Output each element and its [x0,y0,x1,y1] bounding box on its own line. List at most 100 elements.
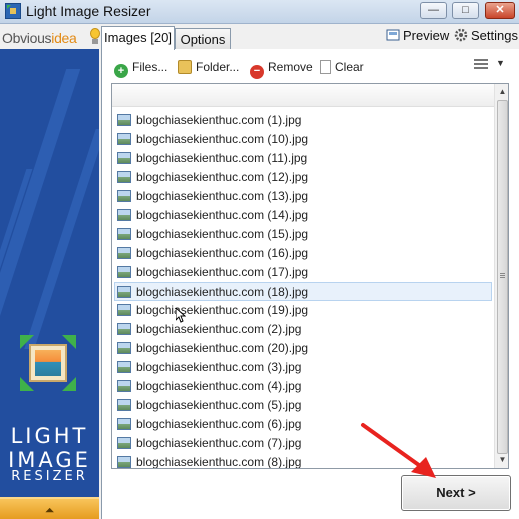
file-list-item[interactable]: blogchiasekienthuc.com (7).jpg [112,434,494,453]
remove-icon: − [250,65,264,79]
image-file-icon [117,380,131,392]
minimize-button[interactable]: — [420,2,447,19]
toolbar: + Files... Folder... − Remove Clear ▼ [102,49,519,81]
vertical-scrollbar[interactable]: ▲ ▼ [494,84,508,468]
file-list-item[interactable]: blogchiasekienthuc.com (15).jpg [112,225,494,244]
add-icon: + [114,64,128,78]
file-rows: blogchiasekienthuc.com (1).jpg blogchiase… [112,111,494,468]
settings-button[interactable]: Settings [454,27,518,45]
images-panel: + Files... Folder... − Remove Clear ▼ blog… [101,49,519,519]
add-folder-button[interactable]: Folder... [178,58,239,76]
view-mode-button[interactable]: ▼ [474,58,505,74]
file-name: blogchiasekienthuc.com (4).jpg [136,379,302,393]
file-list-item[interactable]: blogchiasekienthuc.com (18).jpg [114,282,492,301]
preview-label: Preview [403,28,450,43]
file-name: blogchiasekienthuc.com (10).jpg [136,132,309,146]
brand-text-resizer: RESIZER [11,469,88,484]
close-button[interactable]: ✕ [485,2,515,19]
file-name: blogchiasekienthuc.com (16).jpg [136,246,309,260]
image-file-icon [117,152,131,164]
file-list-item[interactable]: blogchiasekienthuc.com (11).jpg [112,149,494,168]
file-list-item[interactable]: blogchiasekienthuc.com (1).jpg [112,111,494,130]
brand-sidebar: LIGHT IMAGE RESIZER ⏶ [0,49,99,519]
folder-label: Folder... [196,60,240,74]
gear-icon [454,28,468,42]
light-image-resizer-logo-icon [20,335,76,391]
tab-images[interactable]: Images [20] [101,26,175,50]
image-file-icon [117,399,131,411]
image-file-icon [117,456,131,468]
file-list-item[interactable]: blogchiasekienthuc.com (12).jpg [112,168,494,187]
scroll-down-arrow-icon[interactable]: ▼ [497,454,508,466]
files-label: Files... [132,60,168,74]
file-list-item[interactable]: blogchiasekienthuc.com (20).jpg [112,339,494,358]
clear-label: Clear [335,60,364,74]
file-list-item[interactable]: blogchiasekienthuc.com (10).jpg [112,130,494,149]
image-file-icon [117,133,131,145]
image-file-icon [117,418,131,430]
file-name: blogchiasekienthuc.com (1).jpg [136,113,302,127]
image-file-icon [117,437,131,449]
image-file-icon [117,114,131,126]
settings-label: Settings [471,28,518,43]
file-name: blogchiasekienthuc.com (5).jpg [136,398,302,412]
list-view-icon [474,59,488,71]
obviousidea-logo[interactable]: Obviousidea [2,27,77,49]
file-name: blogchiasekienthuc.com (11).jpg [136,151,308,165]
file-list-item[interactable]: blogchiasekienthuc.com (8).jpg [112,453,494,468]
file-list-item[interactable]: blogchiasekienthuc.com (14).jpg [112,206,494,225]
maximize-button[interactable]: □ [452,2,479,19]
remove-label: Remove [268,60,313,74]
file-name: blogchiasekienthuc.com (12).jpg [136,170,309,184]
file-name: blogchiasekienthuc.com (6).jpg [136,417,302,431]
file-list-item[interactable]: blogchiasekienthuc.com (19).jpg [112,301,494,320]
file-name: blogchiasekienthuc.com (19).jpg [136,303,309,317]
logo-text-part2: idea [51,30,77,46]
file-name: blogchiasekienthuc.com (15).jpg [136,227,309,241]
tab-options[interactable]: Options [175,28,231,49]
file-list-item[interactable]: blogchiasekienthuc.com (3).jpg [112,358,494,377]
file-list[interactable]: blogchiasekienthuc.com (1).jpg blogchiase… [111,83,509,469]
file-list-item[interactable]: blogchiasekienthuc.com (17).jpg [112,263,494,282]
mouse-cursor-icon [176,308,186,323]
brand-text-light: LIGHT [10,424,89,448]
collapse-button[interactable]: ⏶ [0,497,99,519]
image-file-icon [117,209,131,221]
file-name: blogchiasekienthuc.com (2).jpg [136,322,302,336]
image-file-icon [117,228,131,240]
file-list-item[interactable]: blogchiasekienthuc.com (13).jpg [112,187,494,206]
file-name: blogchiasekienthuc.com (14).jpg [136,208,309,222]
remove-button[interactable]: − Remove [250,58,313,79]
list-header [112,84,494,107]
clear-button[interactable]: Clear [320,58,364,76]
file-name: blogchiasekienthuc.com (7).jpg [136,436,302,450]
next-button[interactable]: Next > [401,475,511,511]
scroll-up-arrow-icon[interactable]: ▲ [497,86,508,98]
image-file-icon [117,342,131,354]
file-name: blogchiasekienthuc.com (3).jpg [136,360,302,374]
window-title: Light Image Resizer [26,3,151,19]
file-name: blogchiasekienthuc.com (20).jpg [136,341,309,355]
file-list-item[interactable]: blogchiasekienthuc.com (5).jpg [112,396,494,415]
preview-button[interactable]: Preview [386,27,449,45]
image-file-icon [117,247,131,259]
image-file-icon [117,171,131,183]
file-name: blogchiasekienthuc.com (13).jpg [136,189,309,203]
scrollbar-thumb[interactable] [497,100,508,454]
image-file-icon [117,286,131,298]
folder-icon [178,60,192,74]
add-files-button[interactable]: + Files... [114,58,168,78]
lightbulb-icon [88,27,102,45]
image-file-icon [117,190,131,202]
image-file-icon [117,304,131,316]
file-list-item[interactable]: blogchiasekienthuc.com (6).jpg [112,415,494,434]
file-list-item[interactable]: blogchiasekienthuc.com (2).jpg [112,320,494,339]
blank-page-icon [320,60,331,74]
logo-text-part1: Obvious [2,30,52,46]
image-file-icon [117,266,131,278]
file-list-item[interactable]: blogchiasekienthuc.com (4).jpg [112,377,494,396]
file-name: blogchiasekienthuc.com (18).jpg [136,285,309,299]
title-bar: Light Image Resizer — □ ✕ [0,0,519,24]
file-list-item[interactable]: blogchiasekienthuc.com (16).jpg [112,244,494,263]
chevron-down-icon: ▼ [496,58,505,68]
